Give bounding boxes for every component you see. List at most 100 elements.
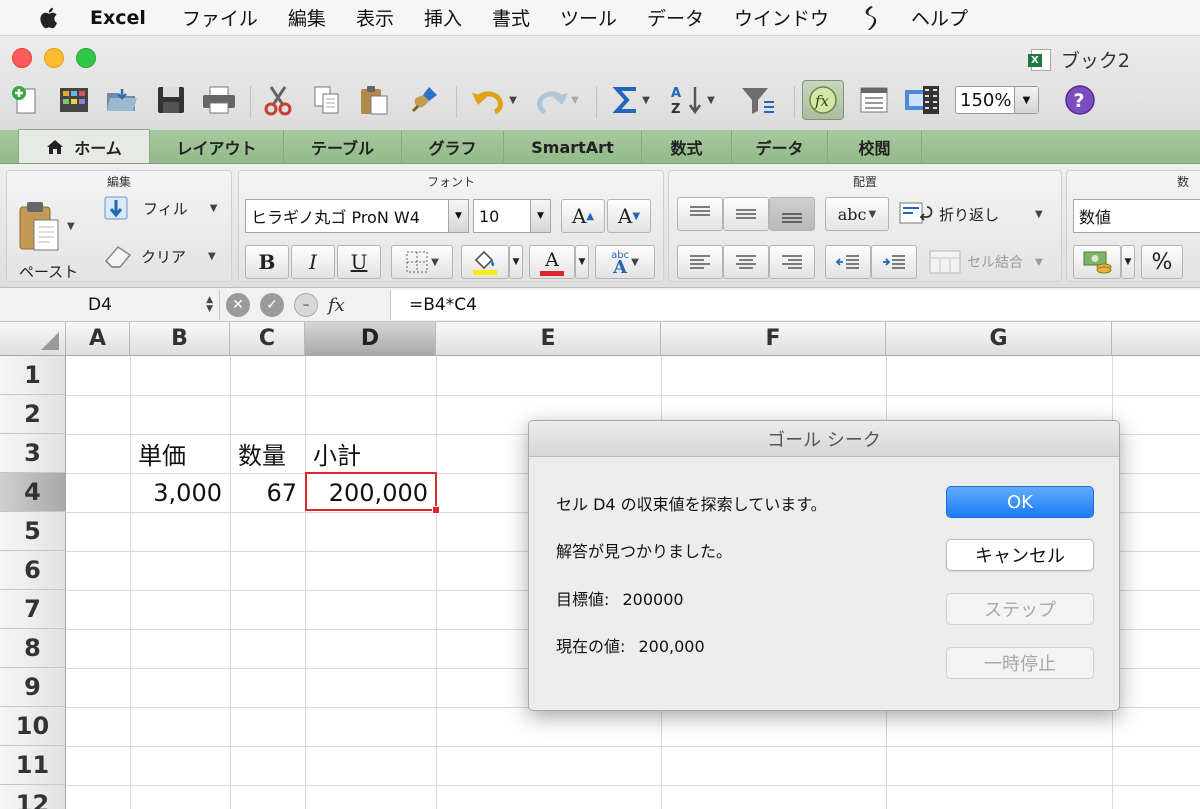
italic-button[interactable]: I <box>291 245 335 279</box>
row-header-1[interactable]: 1 <box>0 356 66 395</box>
redo-button[interactable]: ▼ <box>528 82 584 118</box>
save-button[interactable] <box>154 82 188 118</box>
text-styles-button[interactable]: abc A ▼ <box>595 245 655 279</box>
minimize-window-button[interactable] <box>44 48 64 68</box>
autosum-button[interactable]: ▼ <box>606 82 656 118</box>
bold-button[interactable]: B <box>245 245 289 279</box>
clear-button[interactable]: クリア ▼ <box>103 243 216 269</box>
zoom-select[interactable]: 150% ▼ <box>955 86 1039 114</box>
apple-icon[interactable] <box>34 6 62 30</box>
new-workbook-button[interactable] <box>8 82 42 118</box>
borders-dropdown-arrow[interactable]: ▼ <box>431 257 439 268</box>
sort-dropdown-arrow[interactable]: ▼ <box>707 95 715 106</box>
formula-builder-toggle[interactable]: fx <box>802 80 844 120</box>
select-all-corner[interactable] <box>0 322 66 356</box>
template-gallery-button[interactable] <box>56 82 92 118</box>
confirm-formula-icon[interactable]: ✓ <box>260 293 284 317</box>
column-header-d[interactable]: D <box>305 322 436 356</box>
align-top-button[interactable] <box>677 197 723 231</box>
tab-layout[interactable]: レイアウト <box>150 131 284 163</box>
copy-button[interactable] <box>310 82 344 118</box>
menu-view[interactable]: 表示 <box>356 4 394 31</box>
tab-smartart[interactable]: SmartArt <box>504 131 642 163</box>
borders-button[interactable]: ▼ <box>391 245 453 279</box>
undo-dropdown-arrow[interactable]: ▼ <box>509 95 517 106</box>
orientation-dropdown-arrow[interactable]: ▼ <box>869 209 877 220</box>
format-painter-button[interactable] <box>406 82 442 118</box>
toolbox-button[interactable] <box>856 82 892 118</box>
close-window-button[interactable] <box>12 48 32 68</box>
align-middle-button[interactable] <box>723 197 769 231</box>
menu-help[interactable]: ヘルプ <box>911 4 968 31</box>
cancel-button[interactable]: キャンセル <box>946 539 1094 571</box>
tab-chart[interactable]: グラフ <box>402 131 504 163</box>
tab-formulas[interactable]: 数式 <box>642 131 732 163</box>
column-header-f[interactable]: F <box>661 322 886 356</box>
column-header-a[interactable]: A <box>66 322 130 356</box>
percent-style-button[interactable]: % <box>1141 245 1183 279</box>
row-header-10[interactable]: 10 <box>0 707 66 746</box>
tab-home[interactable]: ホーム <box>18 129 150 163</box>
row-header-4[interactable]: 4 <box>0 473 66 512</box>
font-size-select[interactable]: 10 ▼ <box>473 199 551 233</box>
function-dropdown-icon[interactable]: – <box>294 293 318 317</box>
cell-d3[interactable]: 小計 <box>305 434 436 473</box>
chevron-down-icon[interactable]: ▼ <box>448 200 468 232</box>
cell-b4[interactable]: 3,000 <box>130 473 230 512</box>
increase-indent-button[interactable] <box>871 245 917 279</box>
ok-button[interactable]: OK <box>946 486 1094 518</box>
menu-format[interactable]: 書式 <box>492 4 530 31</box>
fill-color-dropdown-arrow[interactable]: ▼ <box>509 245 523 279</box>
cell-c3[interactable]: 数量 <box>230 434 305 473</box>
wrap-text-button[interactable]: 折り返し ▼ <box>899 201 1043 227</box>
sort-button[interactable]: AZ ▼ <box>664 82 720 118</box>
row-header-3[interactable]: 3 <box>0 434 66 473</box>
fill-handle[interactable] <box>432 506 440 514</box>
column-header-h[interactable] <box>1112 322 1200 356</box>
name-box[interactable]: D4 ▲ ▼ <box>0 290 220 320</box>
name-box-stepper-icon[interactable]: ▲ ▼ <box>206 296 213 314</box>
underline-button[interactable]: U <box>337 245 381 279</box>
media-browser-button[interactable] <box>902 82 942 118</box>
print-button[interactable] <box>200 82 238 118</box>
menu-edit[interactable]: 編集 <box>288 4 326 31</box>
align-left-button[interactable] <box>677 245 723 279</box>
tab-table[interactable]: テーブル <box>284 131 402 163</box>
help-button[interactable]: ? <box>1062 82 1098 118</box>
column-header-g[interactable]: G <box>886 322 1112 356</box>
paste-dropdown-arrow[interactable]: ▼ <box>67 221 75 232</box>
text-styles-dropdown-arrow[interactable]: ▼ <box>631 257 639 268</box>
align-bottom-button[interactable] <box>769 197 815 231</box>
row-header-2[interactable]: 2 <box>0 395 66 434</box>
undo-button[interactable]: ▼ <box>466 82 522 118</box>
grow-font-button[interactable]: A ▲ <box>561 199 605 233</box>
merge-dropdown-arrow[interactable]: ▼ <box>1035 257 1043 268</box>
menu-file[interactable]: ファイル <box>182 4 258 31</box>
row-header-12[interactable]: 12 <box>0 785 66 809</box>
tab-review[interactable]: 校閲 <box>828 131 922 163</box>
font-color-button[interactable]: A <box>529 245 575 279</box>
number-format-select[interactable]: 数値 <box>1073 199 1200 233</box>
chevron-down-icon[interactable]: ▼ <box>530 200 550 232</box>
autosum-dropdown-arrow[interactable]: ▼ <box>642 95 650 106</box>
font-name-select[interactable]: ヒラギノ丸ゴ ProN W4 ▼ <box>245 199 469 233</box>
shrink-font-button[interactable]: A ▼ <box>607 199 651 233</box>
menu-app-excel[interactable]: Excel <box>90 7 146 29</box>
step-button[interactable]: ステップ <box>946 593 1094 625</box>
row-header-9[interactable]: 9 <box>0 668 66 707</box>
column-header-c[interactable]: C <box>230 322 305 356</box>
row-header-6[interactable]: 6 <box>0 551 66 590</box>
filter-button[interactable] <box>730 82 786 118</box>
pause-button[interactable]: 一時停止 <box>946 647 1094 679</box>
paste-button[interactable]: ▼ ペースト <box>11 193 95 281</box>
script-menu-icon[interactable] <box>859 5 881 31</box>
currency-format-button[interactable] <box>1073 245 1121 279</box>
align-right-button[interactable] <box>769 245 815 279</box>
row-header-5[interactable]: 5 <box>0 512 66 551</box>
merge-cells-button[interactable]: セル結合 ▼ <box>929 249 1043 275</box>
open-button[interactable] <box>104 82 140 118</box>
wrap-dropdown-arrow[interactable]: ▼ <box>1035 209 1043 220</box>
align-center-button[interactable] <box>723 245 769 279</box>
cell-c4[interactable]: 67 <box>230 473 305 512</box>
chevron-down-icon[interactable]: ▼ <box>1014 87 1038 113</box>
